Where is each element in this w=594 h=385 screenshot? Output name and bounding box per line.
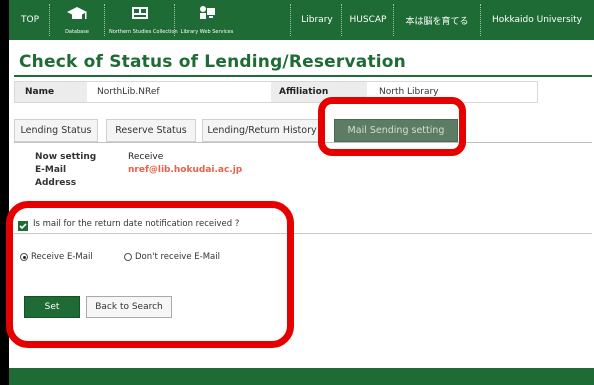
now-setting-value: Receive: [128, 152, 164, 162]
highlight-mail-form: [6, 201, 294, 348]
nav-northern-studies-link[interactable]: Northern Studies Collection: [109, 3, 178, 37]
nav-library-web-services-label: Library Web Services: [180, 29, 234, 35]
tab-lending-status[interactable]: Lending Status: [14, 119, 98, 142]
page-title: Check of Status of Lending/Reservation: [19, 52, 406, 72]
nav-book-brain-link[interactable]: 本は脳を育てる: [395, 0, 479, 40]
nav-top-link[interactable]: TOP: [15, 0, 45, 40]
tab-bar-underline: [14, 142, 592, 143]
nav-separator: [290, 4, 292, 36]
name-label: Name: [15, 82, 87, 102]
nav-database-link[interactable]: Database: [53, 3, 101, 37]
email-address-label-cont: Address: [35, 178, 77, 188]
tab-reserve-status[interactable]: Reserve Status: [106, 119, 196, 142]
photo-archive-icon: [132, 7, 148, 19]
graduation-cap-icon: [67, 7, 87, 19]
nav-library-web-services-link[interactable]: Library Web Services: [177, 3, 237, 37]
tab-lending-return-history[interactable]: Lending/Return History: [202, 119, 322, 142]
now-setting-label: Now setting: [35, 152, 97, 162]
nav-huscap-link[interactable]: HUSCAP: [343, 0, 393, 40]
title-underline: [14, 75, 592, 77]
nav-separator: [49, 4, 51, 36]
email-address-value: nref@lib.hokudai.ac.jp: [128, 165, 243, 175]
nav-separator: [480, 4, 482, 36]
nav-separator: [104, 4, 106, 36]
highlight-mail-tab: [318, 97, 466, 156]
nav-hokkaido-university-link[interactable]: Hokkaido University: [483, 0, 591, 40]
page-frame: TOP Database Northern Studies Collection: [0, 0, 594, 385]
nav-northern-studies-label: Northern Studies Collection: [109, 29, 178, 35]
name-value: NorthLib.NRef: [87, 82, 271, 102]
footer-bar: [9, 368, 594, 385]
email-address-label: E-Mail: [35, 165, 67, 175]
nav-library-link[interactable]: Library: [293, 0, 341, 40]
person-computer-icon: [200, 6, 215, 19]
nav-separator: [174, 4, 176, 36]
top-nav: TOP Database Northern Studies Collection: [9, 0, 594, 40]
nav-database-label: Database: [65, 29, 89, 35]
